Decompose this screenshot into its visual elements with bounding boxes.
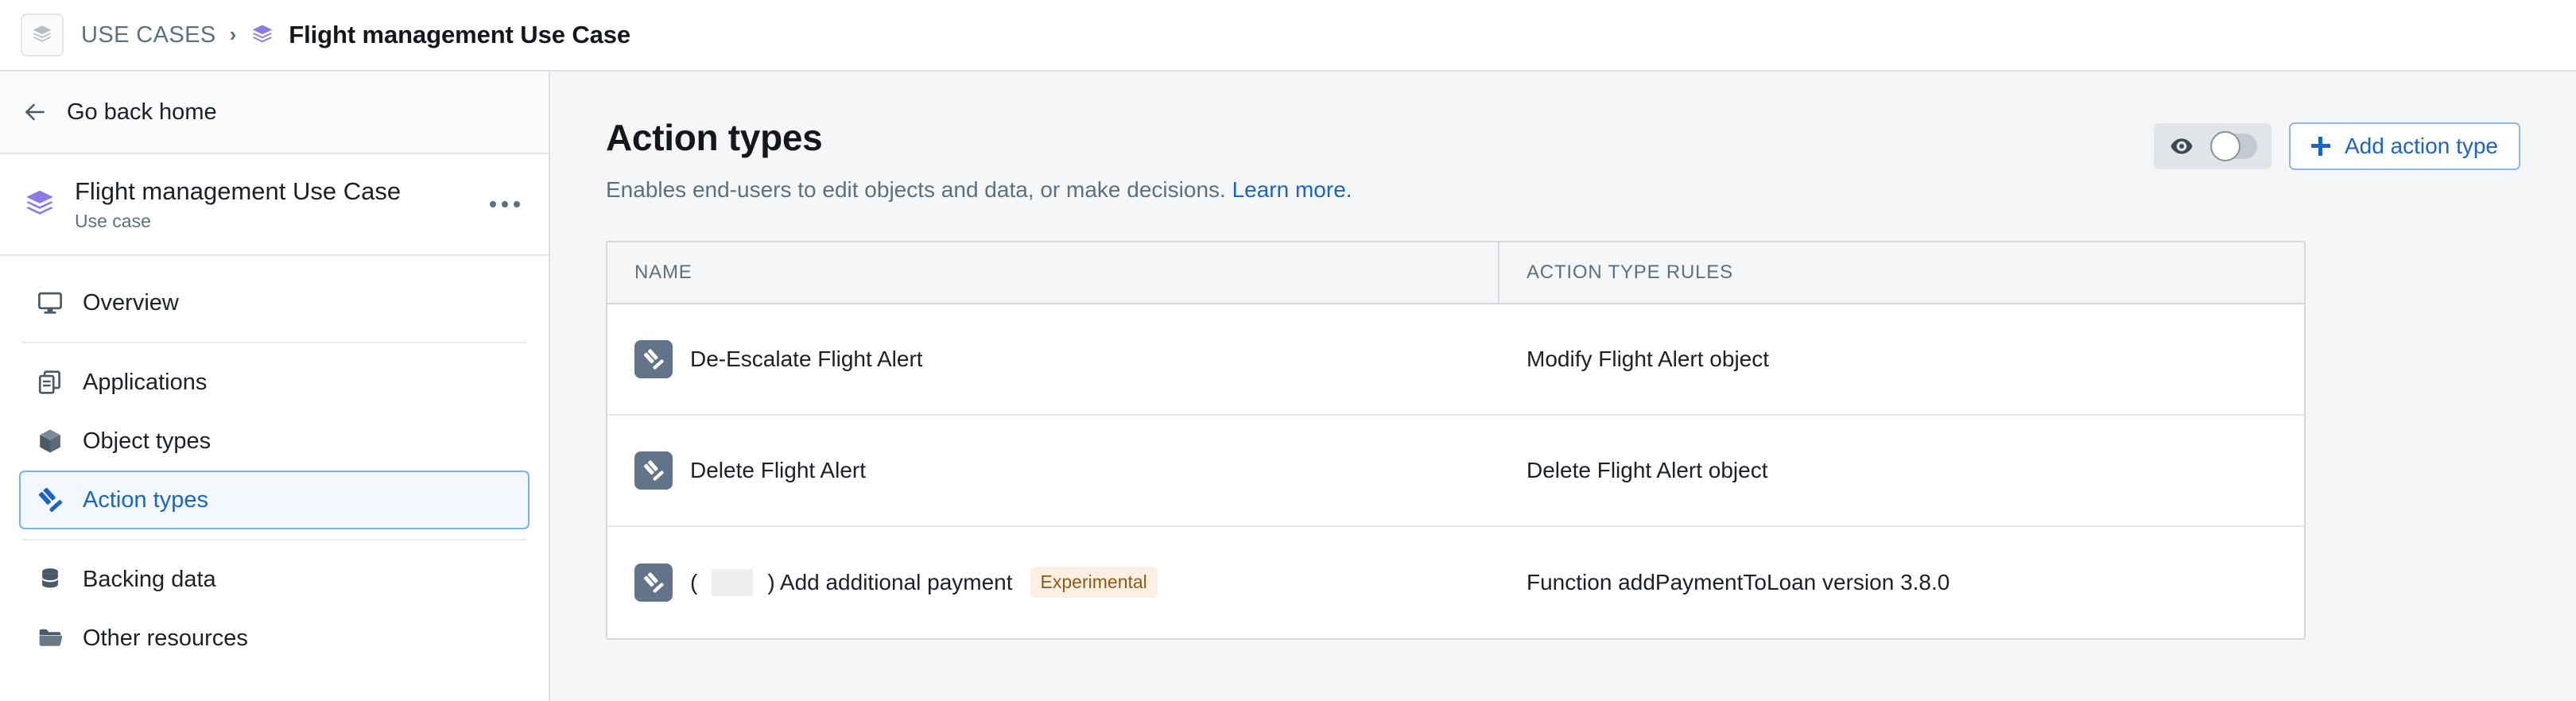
gavel-icon — [38, 487, 63, 512]
go-back-home-button[interactable]: Go back home — [0, 72, 549, 154]
breadcrumb-root-link[interactable]: USE CASES — [81, 22, 216, 48]
breadcrumb-bar: USE CASES › Flight management Use Case — [0, 0, 2576, 72]
table-row[interactable]: ( ) Add additional payment Experimental F… — [607, 527, 2304, 638]
status-badge: Experimental — [1030, 567, 1158, 598]
sidebar-item-label: Object types — [83, 428, 211, 454]
gavel-icon — [634, 451, 673, 490]
main-header: Action types Enables end-users to edit o… — [606, 118, 2520, 203]
row-name-cell: ( ) Add additional payment Experimental — [607, 527, 1499, 638]
learn-more-link[interactable]: Learn more. — [1232, 177, 1352, 202]
use-case-text: Flight management Use Case Use case — [75, 176, 464, 232]
cube-icon — [40, 429, 60, 453]
more-horizontal-icon — [502, 201, 508, 207]
main-content: Action types Enables end-users to edit o… — [550, 72, 2576, 701]
page-title: Action types — [606, 117, 823, 158]
row-name-text: ( ) Add additional payment — [690, 568, 1013, 596]
visibility-switch[interactable] — [2209, 131, 2257, 161]
more-horizontal-icon — [490, 201, 496, 207]
add-action-type-button[interactable]: Add action type — [2288, 122, 2520, 170]
sidebar: Go back home Flight management Use Case … — [0, 72, 550, 701]
sidebar-item-overview[interactable]: Overview — [19, 273, 530, 332]
go-back-home-label: Go back home — [67, 99, 217, 125]
table-row[interactable]: Delete Flight Alert Delete Flight Alert … — [607, 416, 2304, 527]
plus-icon — [2310, 137, 2330, 156]
body: Go back home Flight management Use Case … — [0, 72, 2576, 701]
layers-icon — [33, 25, 52, 42]
sidebar-item-label: Applications — [83, 369, 208, 395]
row-name-suffix: ) Add additional payment — [767, 569, 1013, 594]
table-row[interactable]: De-Escalate Flight Alert Modify Flight A… — [607, 304, 2304, 416]
folder-icon — [39, 629, 63, 646]
row-name-text: De-Escalate Flight Alert — [690, 346, 923, 371]
sidebar-item-label: Action types — [83, 486, 208, 513]
use-case-more-button[interactable] — [482, 184, 528, 224]
row-name-prefix: ( — [690, 569, 698, 594]
sidebar-item-applications[interactable]: Applications — [19, 353, 530, 412]
sidebar-divider — [22, 539, 526, 540]
use-case-title: Flight management Use Case — [75, 177, 402, 206]
row-name-text: Delete Flight Alert — [690, 457, 866, 482]
gavel-icon — [634, 563, 673, 602]
page-heading-block: Action types Enables end-users to edit o… — [606, 118, 1352, 203]
sidebar-item-label: Backing data — [83, 566, 216, 592]
redacted-block — [712, 568, 754, 596]
header-actions: Add action type — [2153, 118, 2520, 170]
database-icon — [42, 568, 58, 588]
row-name-cell: De-Escalate Flight Alert — [607, 304, 1499, 414]
sidebar-item-label: Other resources — [83, 625, 248, 651]
use-case-header: Flight management Use Case Use case — [0, 154, 549, 256]
sidebar-item-backing-data[interactable]: Backing data — [19, 550, 530, 609]
applications-icon — [38, 370, 60, 394]
row-name-cell: Delete Flight Alert — [607, 416, 1499, 525]
sidebar-item-other-resources[interactable]: Other resources — [19, 609, 530, 668]
visibility-toggle[interactable] — [2153, 123, 2271, 169]
row-rules-cell: Function addPaymentToLoan version 3.8.0 — [1527, 569, 1950, 594]
sidebar-item-action-types[interactable]: Action types — [19, 471, 530, 529]
more-horizontal-icon — [514, 201, 520, 207]
column-header-rules[interactable]: ACTION TYPE RULES — [1499, 242, 2304, 303]
sidebar-divider — [22, 342, 526, 343]
use-case-subtitle: Use case — [75, 210, 151, 231]
app-root: USE CASES › Flight management Use Case G… — [0, 0, 2576, 701]
table-header-row: NAME ACTION TYPE RULES — [607, 242, 2304, 304]
page-description-text: Enables end-users to edit objects and da… — [606, 176, 1226, 202]
row-rules-cell: Modify Flight Alert object — [1527, 346, 1770, 371]
column-header-name[interactable]: NAME — [607, 242, 1499, 303]
sidebar-item-label: Overview — [83, 289, 179, 316]
gavel-icon — [634, 339, 673, 378]
breadcrumb-separator-icon: › — [229, 22, 237, 46]
page-description: Enables end-users to edit objects and da… — [606, 177, 1352, 203]
monitor-icon — [38, 292, 62, 314]
row-rules-cell: Delete Flight Alert object — [1527, 457, 1768, 482]
sidebar-nav: Overview Applications Object types Actio… — [0, 256, 549, 668]
app-launcher-button[interactable] — [21, 14, 64, 56]
sidebar-item-object-types[interactable]: Object types — [19, 412, 530, 471]
eye-icon — [2171, 138, 2193, 154]
layers-icon — [253, 25, 273, 43]
layers-icon — [26, 190, 53, 215]
arrow-left-icon — [25, 103, 45, 121]
breadcrumb: USE CASES › Flight management Use Case — [81, 21, 630, 49]
breadcrumb-current-page: Flight management Use Case — [289, 21, 631, 48]
action-types-table: NAME ACTION TYPE RULES De-Escalate Fligh… — [606, 240, 2306, 640]
add-action-type-label: Add action type — [2344, 134, 2498, 158]
switch-knob — [2209, 131, 2240, 161]
